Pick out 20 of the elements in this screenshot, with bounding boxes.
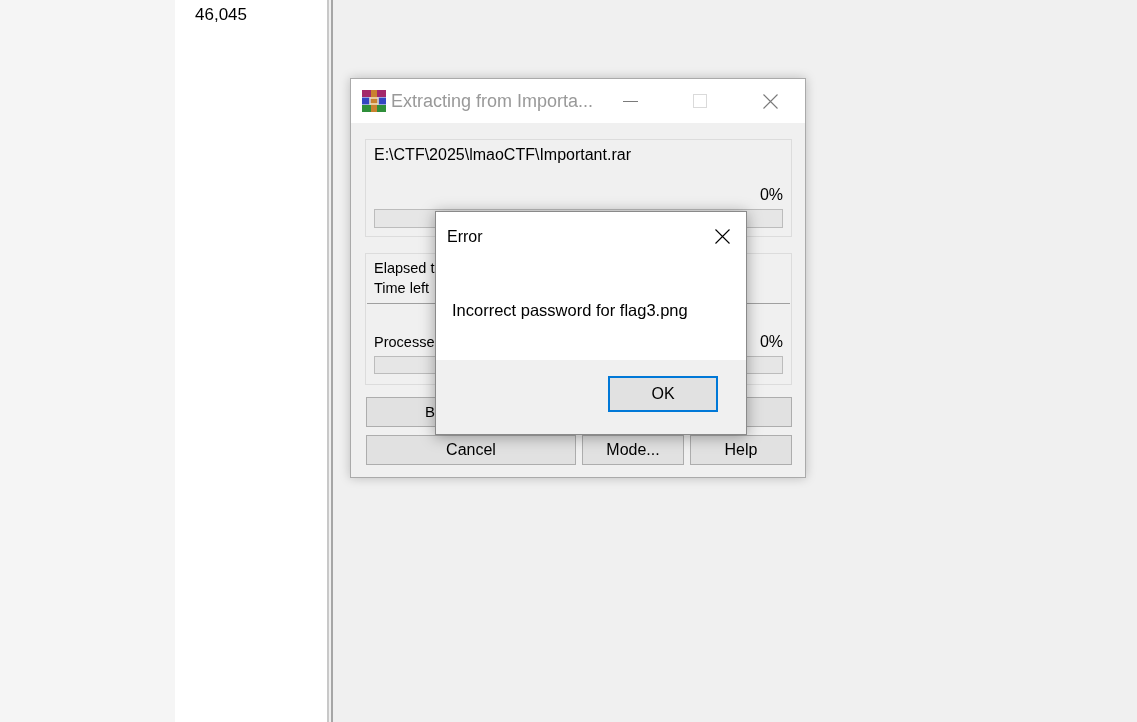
dialog-button[interactable]: Help [690,435,792,465]
close-icon [714,229,730,244]
table-cell-text: 46,045 [195,4,247,26]
minimize-icon [622,100,638,102]
error-message: Incorrect password for flag3.png [452,300,688,322]
dialog-button[interactable]: Mode... [582,435,684,465]
maximize-icon [693,94,707,108]
close-icon [762,93,778,109]
dialog-button[interactable]: Cancel [366,435,576,465]
pane-splitter[interactable] [327,0,333,722]
percent-label: 0% [759,185,783,205]
stacked-books-icon [362,90,386,112]
time-label: Time left [374,280,430,296]
percent-label: 0% [759,332,783,352]
time-label: Elapsed t [374,260,435,276]
archive-path: E:\CTF\2025\lmaoCTF\Important.rar [374,145,632,165]
window-title: Extracting from Importa... [391,89,595,113]
processed-label: Processe [374,333,435,352]
ok-button[interactable]: OK [608,376,718,412]
dialog-title: Error [447,226,483,247]
